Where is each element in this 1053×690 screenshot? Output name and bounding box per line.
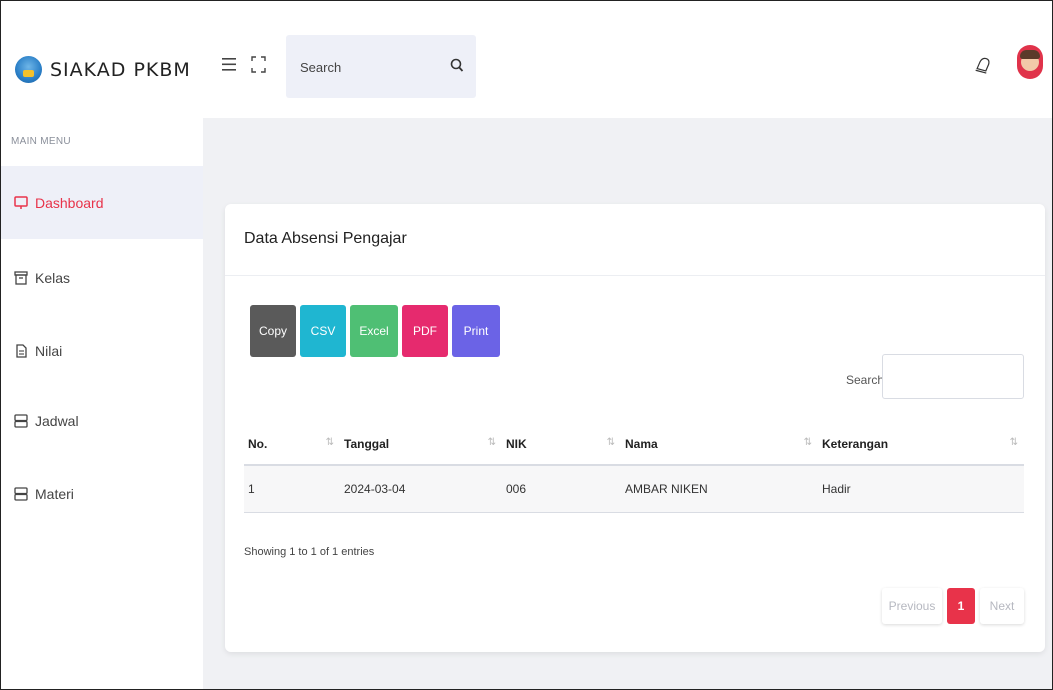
cell-nama: AMBAR NIKEN: [621, 465, 818, 513]
logo-icon: [15, 56, 42, 83]
file-icon: [16, 343, 27, 358]
sidebar-item-dashboard[interactable]: Dashboard: [1, 166, 203, 239]
table-info: Showing 1 to 1 of 1 entries: [244, 546, 375, 558]
sort-icon: ⇅: [325, 437, 334, 448]
excel-button[interactable]: Excel: [350, 305, 398, 357]
sidebar-item-jadwal[interactable]: Jadwal: [1, 384, 203, 457]
search-icon[interactable]: [449, 57, 465, 75]
sidebar-item-materi[interactable]: Materi: [1, 457, 203, 530]
attendance-table: No. ⇅ Tanggal ⇅ NIK ⇅ Nama ⇅ Keterangan ⇅ 1 2…: [244, 424, 1024, 513]
cell-nik: 006: [502, 465, 621, 513]
user-avatar[interactable]: [1017, 45, 1043, 79]
sort-icon: ⇅: [487, 437, 496, 448]
table-row: 1 2024-03-04 006 AMBAR NIKEN Hadir: [244, 465, 1024, 513]
copy-button[interactable]: Copy: [250, 305, 296, 357]
brand[interactable]: SIAKAD PKBM: [15, 56, 191, 83]
sort-icon: ⇅: [803, 437, 812, 448]
column-header-no[interactable]: No. ⇅: [244, 424, 340, 466]
sidebar-item-label: Kelas: [35, 269, 71, 286]
divider: [225, 275, 1045, 276]
archive-icon: [14, 270, 28, 285]
next-page-button[interactable]: Next: [980, 588, 1024, 624]
menu-heading: MAIN MENU: [11, 136, 71, 147]
server-icon: [14, 413, 28, 428]
sidebar-item-label: Nilai: [35, 342, 63, 359]
sidebar-item-label: Materi: [35, 485, 74, 502]
card-title: Data Absensi Pengajar: [244, 230, 407, 247]
bell-icon[interactable]: [974, 55, 992, 77]
sort-icon: ⇅: [606, 437, 615, 448]
fullscreen-icon[interactable]: [251, 56, 266, 73]
sort-icon: ⇅: [1009, 437, 1018, 448]
cell-tanggal: 2024-03-04: [340, 465, 502, 513]
brand-name: SIAKAD PKBM: [50, 58, 191, 81]
table-search-input[interactable]: [882, 354, 1024, 399]
header-search-input[interactable]: [300, 57, 440, 77]
header-search: [286, 35, 476, 98]
sidebar-item-label: Dashboard: [35, 194, 104, 211]
column-header-nik[interactable]: NIK ⇅: [502, 424, 621, 466]
sidebar: MAIN MENU Dashboard Kelas Nilai Jadwal M…: [1, 118, 203, 689]
pdf-button[interactable]: PDF: [402, 305, 448, 357]
column-header-keterangan[interactable]: Keterangan ⇅: [818, 424, 1024, 466]
cell-keterangan: Hadir: [818, 465, 1024, 513]
cell-no: 1: [244, 465, 340, 513]
column-header-nama[interactable]: Nama ⇅: [621, 424, 818, 466]
previous-page-button[interactable]: Previous: [882, 588, 942, 624]
sidebar-item-nilai[interactable]: Nilai: [1, 314, 203, 387]
page-1-button[interactable]: 1: [947, 588, 975, 624]
hamburger-menu-icon[interactable]: [222, 58, 236, 71]
column-header-tanggal[interactable]: Tanggal ⇅: [340, 424, 502, 466]
top-bar: SIAKAD PKBM: [1, 1, 1052, 118]
sidebar-item-kelas[interactable]: Kelas: [1, 241, 203, 314]
print-button[interactable]: Print: [452, 305, 500, 357]
csv-button[interactable]: CSV: [300, 305, 346, 357]
table-header-row: No. ⇅ Tanggal ⇅ NIK ⇅ Nama ⇅ Keterangan ⇅: [244, 424, 1024, 466]
attendance-card: Data Absensi Pengajar Copy CSV Excel PDF…: [225, 204, 1045, 652]
server-icon: [14, 486, 28, 501]
app-window: SIAKAD PKBM MAIN MENU: [0, 0, 1053, 690]
sidebar-item-label: Jadwal: [35, 412, 79, 429]
monitor-icon: [14, 195, 28, 209]
